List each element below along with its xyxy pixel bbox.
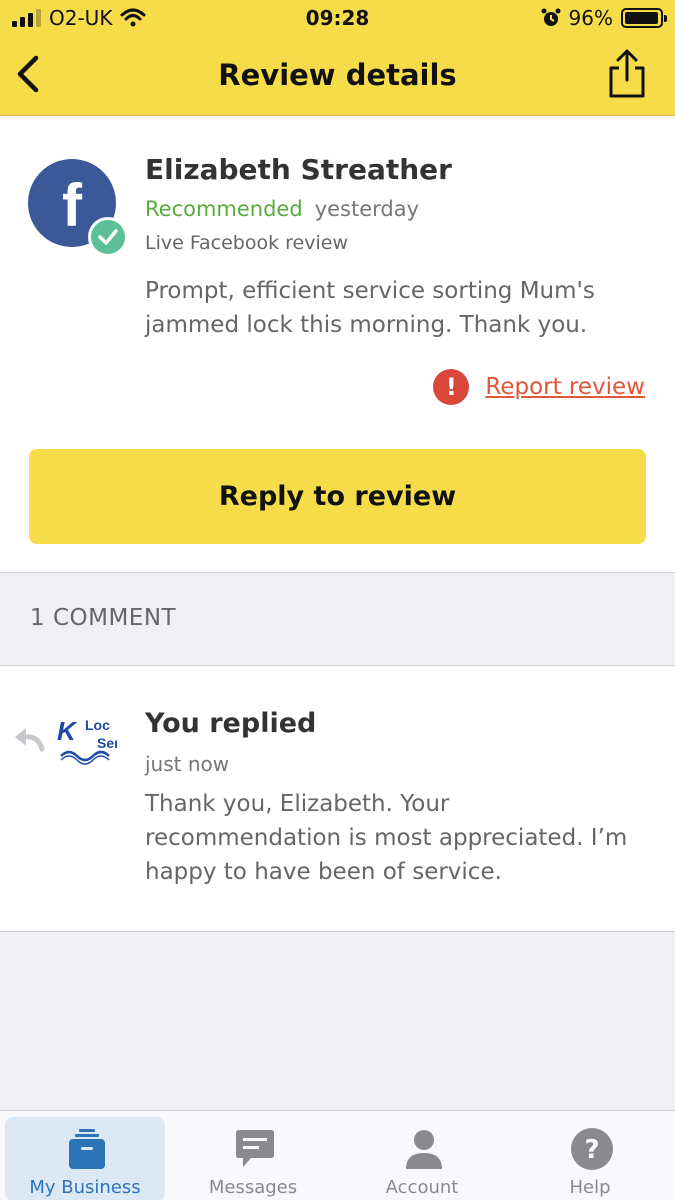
comment-time: just now <box>145 752 230 776</box>
person-icon <box>406 1130 442 1169</box>
reviewer-name: Elizabeth Streather <box>145 153 452 186</box>
tab-label: Messages <box>208 1177 298 1198</box>
status-right: 96% <box>541 6 667 30</box>
tab-messages[interactable]: Messages <box>173 1117 333 1200</box>
tab-label: Account <box>385 1177 459 1198</box>
report-review-label[interactable]: Report review <box>485 374 645 400</box>
verified-check-icon <box>88 217 128 257</box>
page-title: Review details <box>218 58 457 92</box>
recommendation-label: Recommended <box>145 197 303 221</box>
reply-arrow-icon <box>15 728 45 752</box>
review-text: Prompt, efficient service sorting Mum's … <box>145 278 595 338</box>
review-date: yesterday <box>314 197 420 221</box>
chat-icon <box>236 1130 274 1167</box>
briefcase-icon <box>69 1129 105 1169</box>
reply-to-review-button[interactable]: Reply to review <box>29 449 646 544</box>
svg-text:?: ? <box>584 1135 599 1165</box>
tab-help[interactable]: ? Help <box>510 1117 670 1200</box>
alert-icon: ! <box>433 369 470 405</box>
tab-account[interactable]: Account <box>342 1117 502 1200</box>
logo-letter: K <box>57 716 78 746</box>
report-review-link[interactable]: ! Report review <box>433 369 645 405</box>
battery-percent: 96% <box>568 6 613 30</box>
logo-text-line-2: Ser <box>97 735 117 751</box>
comment-author: You replied <box>145 708 317 739</box>
comment-count-header: 1 COMMENT <box>30 605 177 631</box>
comment-text: Thank you, Elizabeth. Your recommendatio… <box>145 791 628 885</box>
battery-icon <box>621 8 667 28</box>
comment-item: K Loc Ser You replied just now Thank you… <box>0 665 675 932</box>
tab-bar: My Business Messages Account ? Help <box>0 1110 675 1200</box>
review-meta: Recommended yesterday <box>145 197 419 221</box>
tab-label: Help <box>569 1177 611 1198</box>
tab-label: My Business <box>29 1177 141 1198</box>
review-card: f Elizabeth Streather Recommended yesterd… <box>0 117 675 573</box>
help-icon: ? <box>571 1128 613 1170</box>
tab-my-business[interactable]: My Business <box>5 1117 165 1200</box>
alarm-icon <box>541 8 561 26</box>
status-bar: O2-UK 09:28 96% <box>0 0 675 36</box>
top-bar: O2-UK 09:28 96% Review details <box>0 0 675 116</box>
logo-text-line-1: Loc <box>85 717 110 733</box>
share-icon[interactable] <box>607 48 647 100</box>
review-source: Live Facebook review <box>145 232 348 254</box>
business-logo: K Loc Ser <box>55 708 117 766</box>
nav-bar: Review details <box>0 36 675 116</box>
